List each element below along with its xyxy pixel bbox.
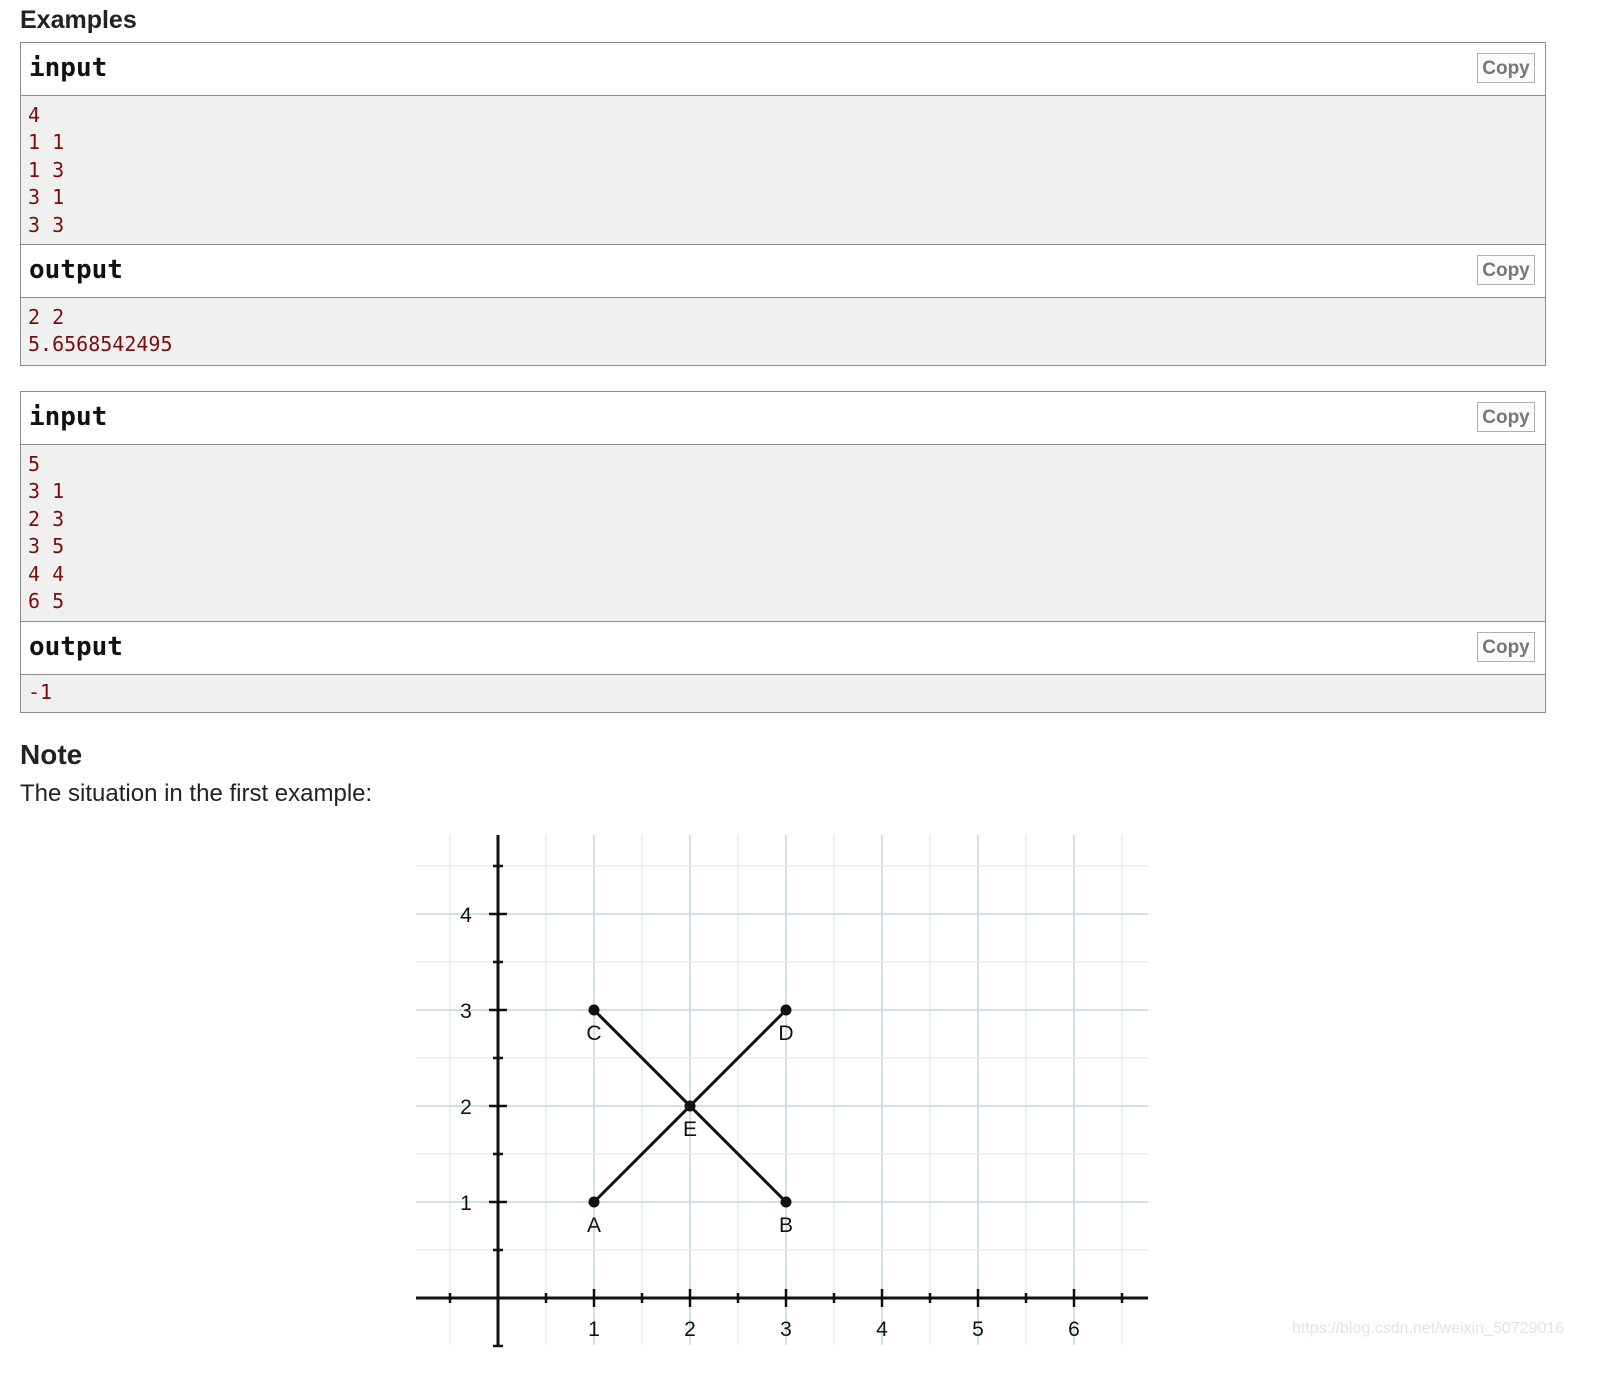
x-tick-label: 4 [876, 1318, 888, 1341]
point-b [780, 1196, 792, 1208]
x-tick-label: 5 [972, 1318, 984, 1341]
point-label-e: E [683, 1118, 697, 1141]
point-a [588, 1196, 600, 1208]
y-tick-label: 4 [460, 904, 472, 927]
point-label-c: C [586, 1022, 601, 1045]
y-tick-label: 1 [460, 1192, 472, 1215]
x-tick-label: 1 [588, 1318, 600, 1341]
coordinate-plot: 1 2 3 4 5 6 1 2 3 4 A B C D E [416, 835, 1148, 1348]
x-tick-label: 3 [780, 1318, 792, 1341]
x-tick-label: 6 [1068, 1318, 1080, 1341]
point-label-a: A [587, 1214, 601, 1237]
watermark: https://blog.csdn.net/weixin_50729016 [1292, 1320, 1565, 1337]
y-tick-label: 3 [460, 1000, 472, 1023]
point-d [780, 1004, 792, 1016]
x-tick-label: 2 [684, 1318, 696, 1341]
point-label-d: D [778, 1022, 793, 1045]
y-tick-label: 2 [460, 1096, 472, 1119]
point-c [588, 1004, 600, 1016]
point-label-b: B [779, 1214, 793, 1237]
point-e [684, 1100, 696, 1112]
